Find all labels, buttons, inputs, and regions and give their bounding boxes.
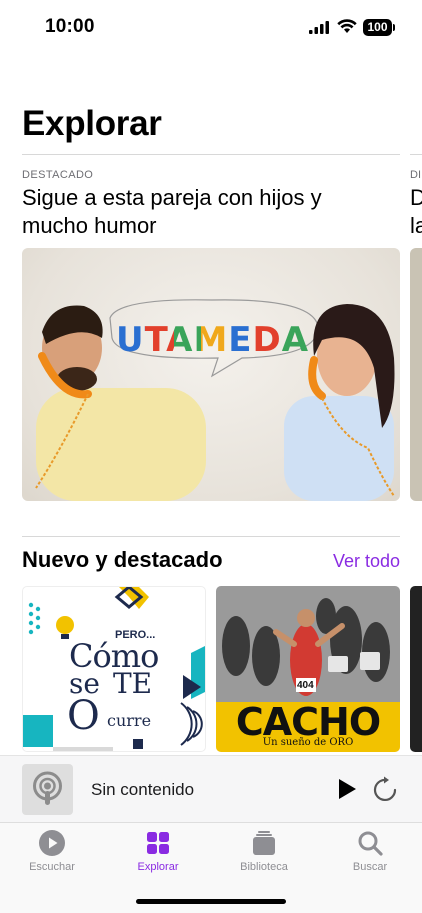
cellular-signal-icon xyxy=(309,21,329,34)
grid-icon xyxy=(147,832,169,854)
tab-label: Biblioteca xyxy=(240,861,288,873)
tab-label: Buscar xyxy=(352,861,388,873)
mini-player-title: Sin contenido xyxy=(91,780,195,799)
battery-level: 100 xyxy=(363,19,392,36)
tab-explorar[interactable]: Explorar xyxy=(118,829,198,873)
home-indicator xyxy=(136,899,286,904)
tab-buscar[interactable]: Buscar xyxy=(330,829,410,873)
featured-overline: DESTACADO xyxy=(22,169,94,181)
section-divider xyxy=(22,536,400,537)
tile-bib-number: 404 xyxy=(297,680,314,691)
podcast-tile-cacho[interactable]: 404 CACHO Un sueño de ORO xyxy=(216,586,400,752)
podcasts-icon xyxy=(33,771,62,805)
wifi-icon xyxy=(337,19,357,33)
mini-player[interactable]: Sin contenido xyxy=(0,755,422,822)
play-circle-icon xyxy=(39,830,65,856)
skip-forward-icon[interactable] xyxy=(371,775,401,805)
tab-escuchar[interactable]: Escuchar xyxy=(12,829,92,873)
tile-subtitle: Un sueño de ORO xyxy=(262,737,354,748)
page-title: Explorar xyxy=(22,104,162,143)
tab-biblioteca[interactable]: Biblioteca xyxy=(224,829,304,873)
mini-player-artwork xyxy=(22,764,73,815)
title-divider-peek xyxy=(410,154,422,155)
battery-icon: 100 xyxy=(363,19,395,36)
status-time: 10:00 xyxy=(45,16,95,37)
tile-line3: TE xyxy=(113,667,153,700)
library-stack-icon xyxy=(253,831,275,855)
tab-label: Escuchar xyxy=(29,861,75,873)
podcast-tile-como-se-te-ocurre[interactable]: PERO... Cómo se TE O curre xyxy=(22,586,206,752)
section-title: Nuevo y destacado xyxy=(22,547,223,572)
status-bar: 10:00 100 xyxy=(0,0,422,54)
featured-headline[interactable]: Sigue a esta pareja con hijos y mucho hu… xyxy=(22,184,392,240)
play-icon[interactable] xyxy=(336,777,358,801)
tile-line4: O xyxy=(67,693,100,739)
featured-artwork-card[interactable]: UTAMEDA xyxy=(22,248,400,501)
peek-headline: Dla xyxy=(410,185,422,238)
see-all-link[interactable]: Ver todo xyxy=(333,551,400,572)
tab-label: Explorar xyxy=(137,861,179,873)
title-divider xyxy=(22,154,400,155)
peek-overline: DI xyxy=(410,169,421,181)
featured-artwork xyxy=(35,299,395,501)
search-icon xyxy=(358,831,383,856)
peek-artwork-card[interactable] xyxy=(410,248,422,501)
featured-artwork-title: UTAMEDA xyxy=(116,320,310,360)
tile-line5: curre xyxy=(107,711,152,730)
podcast-tile-peek[interactable] xyxy=(410,586,422,752)
